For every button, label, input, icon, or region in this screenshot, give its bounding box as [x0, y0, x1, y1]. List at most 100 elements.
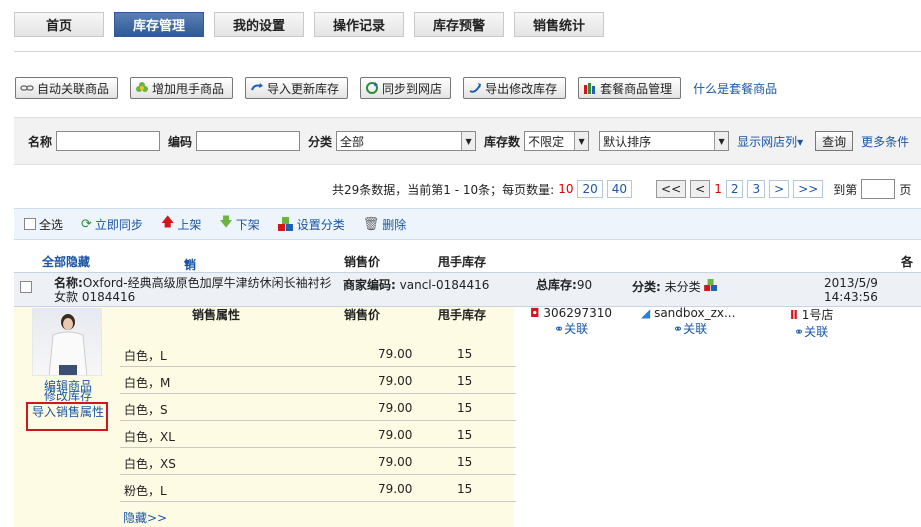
page-2[interactable]: 2: [725, 180, 744, 198]
product-code: 商家编码: vancl-0184416: [343, 278, 490, 292]
pagination: 共29条数据，当前第1 - 10条；每页数量: 10 20 40 << < 1 …: [332, 179, 911, 199]
more-conditions-link[interactable]: 更多条件: [861, 133, 909, 150]
hide-all-link[interactable]: 全部隐藏: [42, 253, 90, 270]
sync-shop-label: 同步到网店: [382, 81, 443, 96]
sync-now-button[interactable]: ⟳ 立即同步: [81, 216, 143, 233]
variant-row: 白色，S 79.00 15: [120, 394, 516, 421]
shop-link-button[interactable]: ⚭关联: [530, 320, 612, 337]
variant-attr: 粉色，L: [124, 484, 167, 498]
tab-divider: [14, 51, 921, 52]
bundle-icon: [584, 83, 596, 94]
import-stock-button[interactable]: 导入更新库存: [245, 77, 349, 99]
bundle-help-link[interactable]: 什么是套餐商品: [693, 80, 777, 97]
tab-sales-stats[interactable]: 销售统计: [514, 12, 604, 37]
chevron-down-icon: ▼: [461, 132, 476, 150]
variant-price: 79.00: [378, 374, 413, 388]
variant-attr: 白色，XS: [124, 457, 176, 471]
page-3[interactable]: 3: [747, 180, 766, 198]
page-1[interactable]: 1: [714, 182, 722, 196]
sync-icon: ⟳: [81, 216, 92, 232]
export-stock-label: 导出修改库存: [485, 81, 558, 96]
tab-settings[interactable]: 我的设置: [214, 12, 304, 37]
variant-price: 79.00: [378, 482, 413, 496]
variants-stock-header: 甩手库存: [438, 308, 487, 322]
delete-button[interactable]: 🗑 删除: [363, 216, 407, 233]
category-value: 全部: [340, 134, 365, 149]
add-product-label: 增加甩手商品: [152, 81, 225, 96]
variants-price-header: 销售价: [344, 308, 381, 322]
prev-page-button[interactable]: <: [690, 180, 711, 198]
bundle-manage-button[interactable]: 套餐商品管理: [578, 77, 682, 99]
shop-column: Ⅱ 1号店 ⚭关联: [790, 306, 833, 340]
show-shop-cols-link[interactable]: 显示网店列▾: [737, 133, 803, 150]
hide-variants-link[interactable]: 隐藏>>: [123, 509, 167, 526]
page-size-20[interactable]: 20: [577, 180, 603, 198]
select-all-checkbox[interactable]: [24, 218, 36, 230]
product-row[interactable]: 名称:Oxford-经典高级原色加厚牛津纺休闲长袖衬衫 女款 0184416 商…: [14, 272, 921, 307]
curved-arrow-icon: [251, 83, 264, 91]
variant-price: 79.00: [378, 401, 413, 415]
tab-stock-alert[interactable]: 库存预警: [414, 12, 504, 37]
variant-attr: 白色，S: [124, 403, 168, 417]
variant-stock: 15: [457, 428, 473, 442]
category-select[interactable]: 全部 ▼: [336, 131, 477, 151]
first-page-button[interactable]: <<: [656, 180, 687, 198]
query-button[interactable]: 查询: [815, 131, 854, 151]
bundle-manage-label: 套餐商品管理: [600, 81, 673, 96]
action-bar: 全选 ⟳ 立即同步 🡅 上架 🡇 下架 设置分类 🗑 删除: [14, 208, 921, 240]
import-stock-label: 导入更新库存: [267, 81, 340, 96]
tab-inventory[interactable]: 库存管理: [114, 12, 204, 37]
variant-price: 79.00: [378, 428, 413, 442]
sync-shop-button[interactable]: 同步到网店: [360, 77, 452, 99]
shop-flag-icon: ◢: [641, 306, 651, 320]
variant-stock: 15: [457, 374, 473, 388]
variant-stock: 15: [457, 347, 473, 361]
variant-stock: 15: [457, 455, 473, 469]
list-up-button[interactable]: 🡅 上架: [161, 213, 201, 235]
arrow-down-icon: 🡇: [219, 215, 233, 230]
page-size-40[interactable]: 40: [606, 180, 633, 198]
name-input[interactable]: [56, 131, 161, 151]
page-unit: 页: [899, 182, 912, 197]
price-col-header: 销售价: [344, 255, 381, 269]
auto-link-label: 自动关联商品: [37, 81, 110, 96]
sort-select[interactable]: 默认排序 ▼: [599, 131, 730, 151]
link-icon: ⚭: [794, 325, 805, 339]
code-input[interactable]: [196, 131, 301, 151]
auto-link-button[interactable]: 自动关联商品: [15, 77, 119, 99]
last-page-button[interactable]: >>: [793, 180, 824, 198]
product-checkbox[interactable]: [20, 281, 32, 293]
product-photo[interactable]: [32, 308, 102, 376]
export-stock-button[interactable]: 导出修改库存: [463, 77, 567, 99]
page-size-10[interactable]: 10: [558, 182, 573, 196]
variant-row: 白色，XL 79.00 15: [120, 421, 516, 448]
main-tabs: 首页 库存管理 我的设置 操作记录 库存预警 销售统计: [14, 12, 604, 37]
variant-attr: 白色，XL: [124, 430, 175, 444]
toolbar: 自动关联商品 增加甩手商品 导入更新库存 同步到网店 导出修改库存 套餐商品管理…: [15, 77, 777, 99]
list-down-button[interactable]: 🡇 下架: [219, 213, 259, 235]
modify-stock-link[interactable]: 修改库存: [28, 389, 108, 403]
add-product-button[interactable]: 增加甩手商品: [130, 77, 234, 99]
add-clover-icon: [136, 82, 149, 92]
shop-link-button[interactable]: ⚭关联: [790, 323, 833, 340]
next-page-button[interactable]: >: [769, 180, 790, 198]
tab-logs[interactable]: 操作记录: [314, 12, 404, 37]
category-label: 分类: [308, 134, 333, 149]
shop-name: 1号店: [801, 308, 834, 322]
stock-label: 库存数: [484, 134, 521, 149]
variant-row: 白色，M 79.00 15: [120, 367, 516, 394]
table-header: 全部隐藏 销售属性▾ 销售价 甩手库存 各网: [14, 250, 921, 323]
stock-select[interactable]: 不限定 ▼: [524, 131, 590, 151]
goto-page-input[interactable]: [861, 179, 896, 199]
tab-home[interactable]: 首页: [14, 12, 104, 37]
chevron-down-icon: ▼: [714, 132, 729, 150]
variant-price: 79.00: [378, 347, 413, 361]
product-date: 2013/5/9 14:43:56: [824, 276, 878, 304]
shop-link-button[interactable]: ⚭关联: [641, 320, 735, 337]
pager-summary: 共29条数据，当前第1 - 10条；每页数量:: [332, 182, 555, 197]
export-arrow-icon: [469, 83, 482, 93]
set-category-button[interactable]: 设置分类: [277, 216, 345, 233]
link-icon: ⚭: [673, 322, 684, 336]
select-all[interactable]: 全选: [24, 216, 63, 233]
link-icon: [20, 85, 34, 91]
